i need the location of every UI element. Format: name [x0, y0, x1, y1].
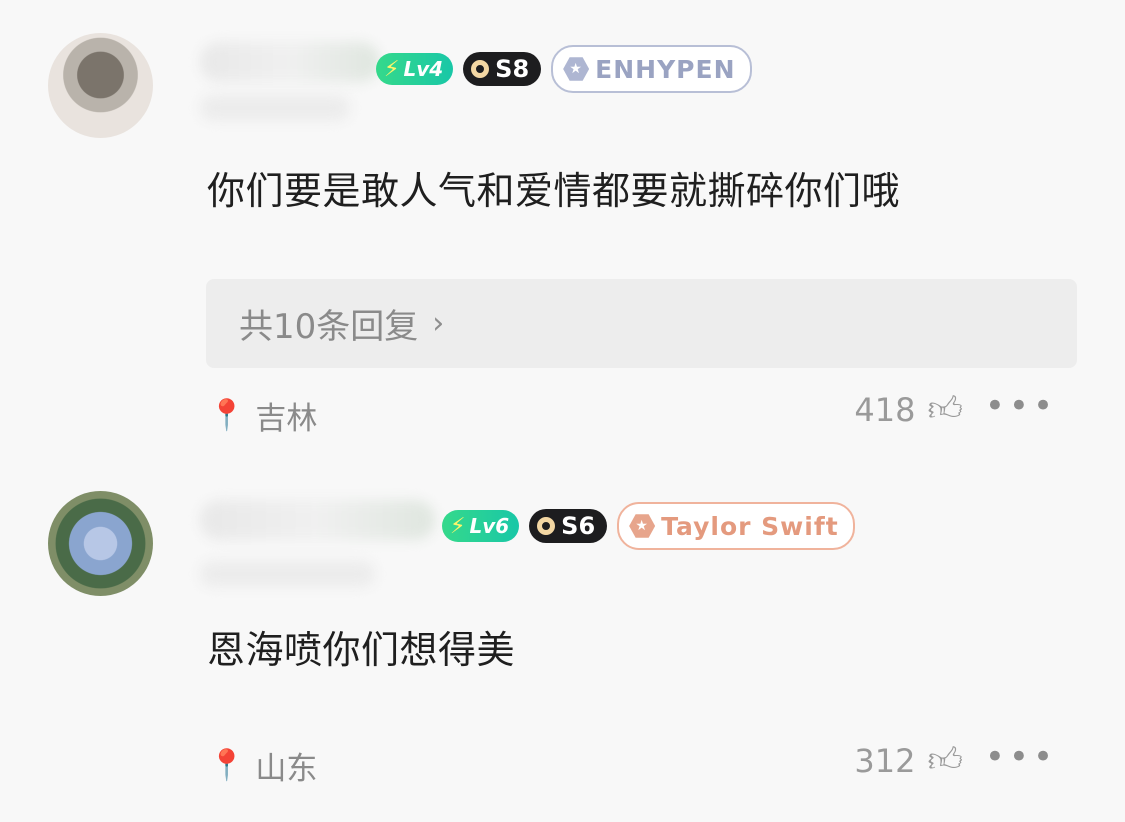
map-pin-icon: 📍	[208, 748, 246, 783]
thumbs-up-icon: 👍︎	[927, 740, 963, 780]
view-replies-button[interactable]: 共10条回复 ›	[206, 279, 1077, 368]
more-dots-icon[interactable]: •••	[985, 737, 1057, 777]
thumbs-up-icon: 👍︎	[927, 389, 963, 429]
chevron-right-icon: ›	[432, 306, 445, 341]
season-ring-icon	[537, 517, 556, 535]
location: 📍 山东	[208, 743, 317, 788]
location: 📍 吉林	[208, 393, 317, 438]
comment-item: ⚡ Lv6 S6 ★ Taylor Swift 恩海喷你们想得美 📍 山东 31…	[0, 460, 1125, 822]
season-badge: S6	[529, 509, 608, 543]
like-button[interactable]: 418 👍︎	[854, 389, 963, 430]
location-label: 山东	[255, 751, 318, 787]
blurred-username	[200, 500, 435, 540]
comment-text: 你们要是敢人气和爱情都要就撕碎你们哦	[207, 169, 901, 213]
like-button[interactable]: 312 👍︎	[854, 740, 963, 781]
lightning-icon: ⚡	[450, 513, 466, 539]
star-hex-icon: ★	[563, 57, 590, 81]
season-badge: S8	[463, 52, 542, 86]
season-badge-label: S6	[561, 512, 596, 540]
user-avatar[interactable]	[48, 491, 153, 596]
fan-badge[interactable]: ★ Taylor Swift	[617, 502, 855, 550]
blurred-subtext	[200, 561, 375, 587]
season-ring-icon	[471, 60, 490, 78]
like-count: 312	[854, 741, 916, 780]
badge-row: ⚡ Lv6 S6 ★ Taylor Swift	[442, 502, 855, 550]
level-badge-label: Lv6	[469, 514, 510, 538]
fan-badge-label: ENHYPEN	[595, 54, 736, 84]
star-hex-icon: ★	[629, 514, 656, 538]
level-badge-label: Lv4	[403, 57, 444, 81]
like-count: 418	[854, 390, 916, 429]
blurred-subtext	[200, 95, 350, 121]
location-label: 吉林	[255, 401, 318, 437]
user-avatar[interactable]	[48, 33, 153, 138]
more-dots-icon[interactable]: •••	[985, 386, 1057, 426]
fan-badge-label: Taylor Swift	[661, 511, 839, 541]
lightning-icon: ⚡	[384, 56, 400, 82]
level-badge: ⚡ Lv4	[376, 53, 454, 85]
season-badge-label: S8	[495, 55, 530, 83]
level-badge: ⚡ Lv6	[442, 510, 520, 542]
comment-item: ⚡ Lv4 S8 ★ ENHYPEN 你们要是敢人气和爱情都要就撕碎你们哦 共1…	[0, 0, 1125, 460]
badge-row: ⚡ Lv4 S8 ★ ENHYPEN	[376, 45, 752, 93]
blurred-username	[200, 42, 380, 82]
comment-text: 恩海喷你们想得美	[207, 628, 516, 672]
map-pin-icon: 📍	[208, 398, 246, 433]
replies-label: 共10条回复	[239, 307, 419, 347]
fan-badge[interactable]: ★ ENHYPEN	[551, 45, 752, 93]
